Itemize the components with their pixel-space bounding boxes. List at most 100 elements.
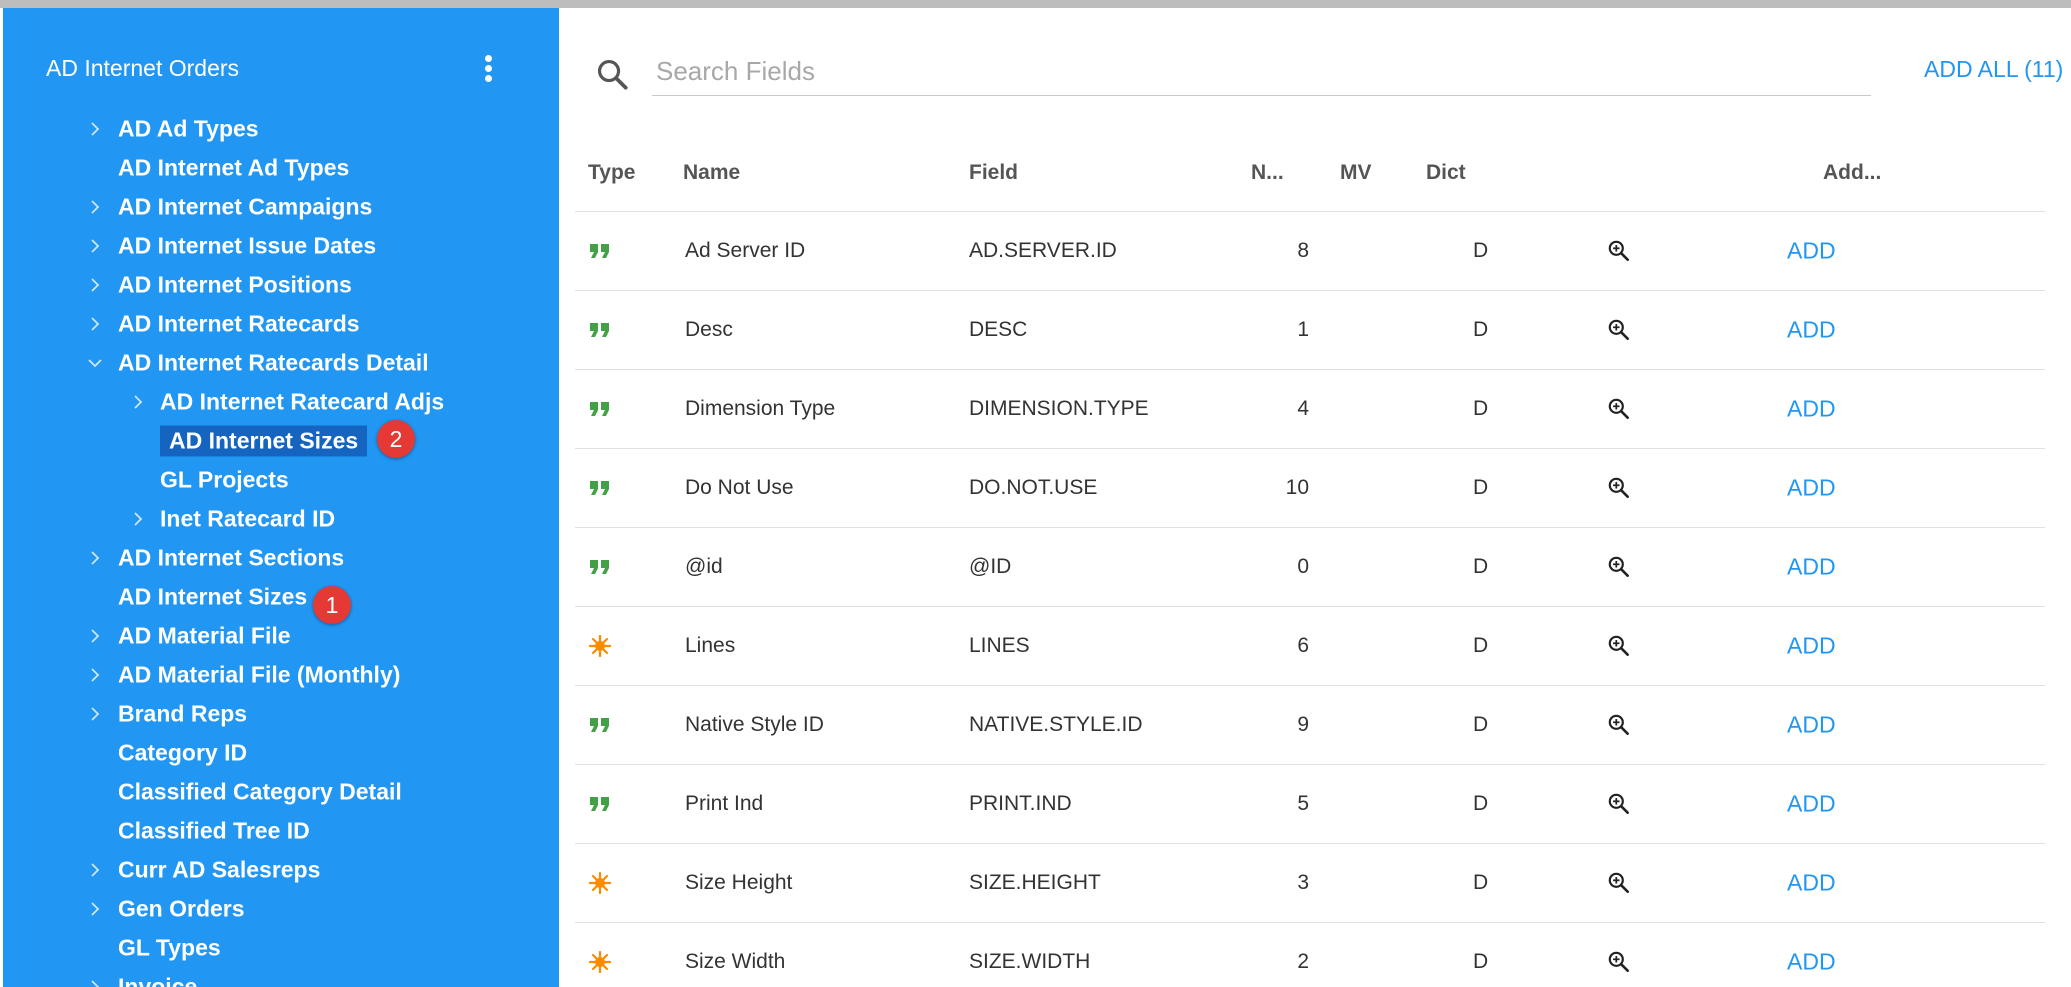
- column-header-mv[interactable]: MV: [1340, 161, 1372, 185]
- dict-type: D: [1473, 555, 1489, 578]
- chevron-right-icon[interactable]: [128, 392, 148, 412]
- dict-type: D: [1473, 792, 1489, 815]
- table-row: Ad Server ID AD.SERVER.ID 8 D ADD: [575, 211, 2045, 290]
- quote-icon: [588, 397, 612, 421]
- add-field-button[interactable]: ADD: [1787, 949, 1836, 976]
- table-row: Desc DESC 1 D ADD: [575, 290, 2045, 369]
- column-header-dict[interactable]: Dict: [1426, 161, 1466, 185]
- dict-type: D: [1473, 397, 1489, 420]
- dict-type: D: [1473, 318, 1489, 341]
- sidebar-item[interactable]: AD Internet Positions: [3, 267, 559, 303]
- chevron-right-icon[interactable]: [128, 509, 148, 529]
- add-field-button[interactable]: ADD: [1787, 870, 1836, 897]
- add-field-button[interactable]: ADD: [1787, 791, 1836, 818]
- sidebar-item[interactable]: Gen Orders: [3, 891, 559, 927]
- add-field-button[interactable]: ADD: [1787, 317, 1836, 344]
- sidebar-item-label: AD Internet Ratecard Adjs: [160, 388, 445, 415]
- chevron-right-icon[interactable]: [85, 548, 105, 568]
- column-header-add[interactable]: Add...: [1823, 161, 1881, 185]
- zoom-in-icon[interactable]: [1606, 317, 1632, 343]
- sidebar-item[interactable]: Classified Category Detail: [3, 774, 559, 810]
- sidebar-item[interactable]: AD Internet Issue Dates: [3, 228, 559, 264]
- table-row: @id @ID 0 D ADD: [575, 527, 2045, 606]
- sidebar-item-label: Inet Ratecard ID: [160, 505, 336, 532]
- add-field-button[interactable]: ADD: [1787, 554, 1836, 581]
- column-header-name[interactable]: Name: [683, 161, 740, 185]
- zoom-in-icon[interactable]: [1606, 870, 1632, 896]
- field-id: DIMENSION.TYPE: [969, 397, 1149, 420]
- field-name: Lines: [685, 634, 736, 657]
- sidebar-item-label: AD Material File (Monthly): [118, 661, 401, 688]
- add-field-button[interactable]: ADD: [1787, 238, 1836, 265]
- column-header-n[interactable]: N...: [1251, 161, 1284, 185]
- zoom-in-icon[interactable]: [1606, 475, 1632, 501]
- zoom-in-icon[interactable]: [1606, 712, 1632, 738]
- add-field-button[interactable]: ADD: [1787, 475, 1836, 502]
- zoom-in-icon[interactable]: [1606, 396, 1632, 422]
- sidebar-item-label: GL Types: [118, 934, 221, 961]
- sidebar-item[interactable]: AD Internet Sizes 1: [3, 579, 559, 624]
- search-input[interactable]: [652, 48, 1871, 96]
- column-header-type[interactable]: Type: [588, 161, 635, 185]
- chevron-right-icon[interactable]: [85, 626, 105, 646]
- chevron-right-icon[interactable]: [85, 236, 105, 256]
- chevron-right-icon[interactable]: [85, 665, 105, 685]
- chevron-right-icon[interactable]: [85, 119, 105, 139]
- sidebar-item[interactable]: AD Material File: [3, 618, 559, 654]
- chevron-right-icon[interactable]: [85, 275, 105, 295]
- chevron-right-icon[interactable]: [85, 314, 105, 334]
- chevron-down-icon[interactable]: [85, 353, 105, 373]
- add-all-button[interactable]: ADD ALL (11): [1924, 56, 2063, 83]
- add-field-button[interactable]: ADD: [1787, 396, 1836, 423]
- sidebar-item[interactable]: Inet Ratecard ID: [3, 501, 559, 537]
- sidebar: AD Internet Orders AD Ad Types AD Interne…: [3, 8, 559, 987]
- sidebar-item[interactable]: Classified Tree ID: [3, 813, 559, 849]
- sidebar-item[interactable]: GL Types: [3, 930, 559, 966]
- sidebar-item-label: AD Internet Ratecards: [118, 310, 360, 337]
- sidebar-item[interactable]: AD Internet Ratecard Adjs: [3, 384, 559, 420]
- add-field-button[interactable]: ADD: [1787, 712, 1836, 739]
- sidebar-item[interactable]: AD Material File (Monthly): [3, 657, 559, 693]
- chevron-right-icon[interactable]: [85, 977, 105, 987]
- zoom-in-icon[interactable]: [1606, 791, 1632, 817]
- table-row: Native Style ID NATIVE.STYLE.ID 9 D ADD: [575, 685, 2045, 764]
- sidebar-item[interactable]: Brand Reps: [3, 696, 559, 732]
- zoom-in-icon[interactable]: [1606, 949, 1632, 975]
- sidebar-item[interactable]: AD Internet Sections: [3, 540, 559, 576]
- zoom-in-icon[interactable]: [1606, 238, 1632, 264]
- chevron-right-icon[interactable]: [85, 899, 105, 919]
- quote-icon: [588, 555, 612, 579]
- zoom-in-icon[interactable]: [1606, 554, 1632, 580]
- sidebar-item[interactable]: AD Internet Ad Types: [3, 150, 559, 186]
- sidebar-item[interactable]: AD Ad Types: [3, 111, 559, 147]
- step-badge: 2: [377, 420, 415, 458]
- sidebar-item[interactable]: Invoice: [3, 969, 559, 987]
- column-header-field[interactable]: Field: [969, 161, 1018, 185]
- sidebar-item[interactable]: AD Internet Campaigns: [3, 189, 559, 225]
- sidebar-item[interactable]: Curr AD Salesreps: [3, 852, 559, 888]
- dict-type: D: [1473, 239, 1489, 262]
- more-vert-icon[interactable]: [473, 48, 503, 88]
- dict-type: D: [1473, 871, 1489, 894]
- sidebar-item[interactable]: AD Internet Ratecards: [3, 306, 559, 342]
- field-number: 8: [1297, 239, 1309, 262]
- sidebar-item[interactable]: AD Internet Ratecards Detail: [3, 345, 559, 381]
- sidebar-item-label: AD Internet Ad Types: [118, 154, 350, 181]
- zoom-in-icon[interactable]: [1606, 633, 1632, 659]
- chevron-right-icon[interactable]: [85, 704, 105, 724]
- chevron-right-icon[interactable]: [85, 860, 105, 880]
- add-field-button[interactable]: ADD: [1787, 633, 1836, 660]
- sidebar-item-label: AD Internet Campaigns: [118, 193, 373, 220]
- sidebar-item[interactable]: AD Internet Sizes 2: [3, 420, 559, 459]
- field-name: Do Not Use: [685, 476, 794, 499]
- number-icon: [588, 950, 612, 974]
- sidebar-item[interactable]: GL Projects: [3, 462, 559, 498]
- sidebar-item-label: AD Internet Issue Dates: [118, 232, 377, 259]
- field-id: DO.NOT.USE: [969, 476, 1098, 499]
- sidebar-title: AD Internet Orders: [46, 55, 240, 81]
- field-id: NATIVE.STYLE.ID: [969, 713, 1143, 736]
- field-id: PRINT.IND: [969, 792, 1072, 815]
- chevron-right-icon[interactable]: [85, 197, 105, 217]
- quote-icon: [588, 318, 612, 342]
- sidebar-item[interactable]: Category ID: [3, 735, 559, 771]
